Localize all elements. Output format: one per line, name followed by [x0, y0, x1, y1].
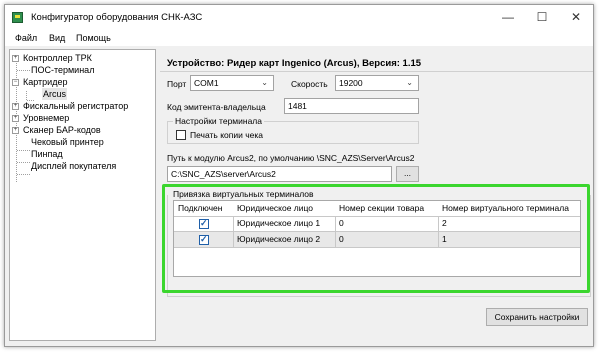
tree-item-label: Картридер [23, 77, 68, 87]
device-tree: + Контроллер ТРК ПОС-терминал − Картриде… [9, 49, 156, 341]
highlight-frame [162, 184, 590, 293]
expand-icon[interactable]: + [12, 127, 19, 134]
tree-item-label: Уровнемер [23, 113, 70, 123]
menu-help[interactable]: Помощь [76, 33, 111, 43]
issuer-code-input[interactable]: 1481 [284, 98, 419, 114]
speed-select[interactable]: 19200 ⌄ [335, 75, 419, 91]
tree-item-label: Пинпад [31, 149, 63, 159]
tree-item-label: Фискальный регистратор [23, 101, 129, 111]
chevron-down-icon: ⌄ [406, 78, 413, 87]
title-bar: Конфигуратор оборудования СНК-АЗС — ☐ ✕ [5, 5, 593, 30]
terminal-settings-group: Настройки терминала Печать копии чека [167, 116, 419, 144]
group-title: Настройки терминала [173, 116, 264, 126]
tree-item-label: Дисплей покупателя [31, 161, 117, 171]
expand-icon[interactable]: + [12, 103, 19, 110]
device-title: Устройство: Ридер карт Ingenico (Arcus),… [167, 58, 422, 69]
window-title: Конфигуратор оборудования СНК-АЗС [31, 12, 203, 23]
module-path-label: Путь к модулю Arcus2, по умолчанию \SNC_… [167, 153, 415, 163]
tree-item-label: Контроллер ТРК [23, 53, 92, 63]
tree-item-label: Сканер БАР-кодов [23, 125, 101, 135]
app-window: Конфигуратор оборудования СНК-АЗС — ☐ ✕ … [4, 4, 594, 347]
maximize-icon[interactable]: ☐ [525, 5, 559, 30]
menu-file[interactable]: Файл [15, 33, 37, 43]
port-select[interactable]: COM1 ⌄ [190, 75, 274, 91]
browse-button[interactable]: ... [396, 166, 419, 182]
expand-icon[interactable]: + [12, 55, 19, 62]
module-path-input[interactable]: C:\SNC_AZS\server\Arcus2 [167, 166, 392, 182]
menu-view[interactable]: Вид [49, 33, 65, 43]
expand-icon[interactable]: + [12, 115, 19, 122]
print-copy-label: Печать копии чека [190, 130, 263, 140]
port-label: Порт [167, 79, 187, 89]
tree-item-label: Чековый принтер [31, 137, 104, 147]
speed-label: Скорость [291, 79, 328, 89]
speed-value: 19200 [339, 78, 363, 88]
issuer-code-label: Код эмитента-владельца [167, 102, 266, 112]
issuer-code-value: 1481 [288, 101, 307, 111]
print-copy-checkbox[interactable] [176, 130, 186, 140]
divider [160, 71, 593, 72]
chevron-down-icon: ⌄ [261, 78, 268, 87]
minimize-icon[interactable]: — [491, 5, 525, 30]
module-path-value: C:\SNC_AZS\server\Arcus2 [171, 169, 276, 179]
menu-bar: Файл Вид Помощь [5, 30, 593, 46]
port-value: COM1 [194, 78, 219, 88]
close-icon[interactable]: ✕ [559, 5, 593, 30]
save-settings-button[interactable]: Сохранить настройки [486, 308, 588, 326]
tree-item-label: Arcus [42, 88, 68, 100]
collapse-icon[interactable]: − [12, 79, 19, 86]
app-icon [12, 12, 23, 23]
tree-item-label: ПОС-терминал [31, 65, 95, 75]
